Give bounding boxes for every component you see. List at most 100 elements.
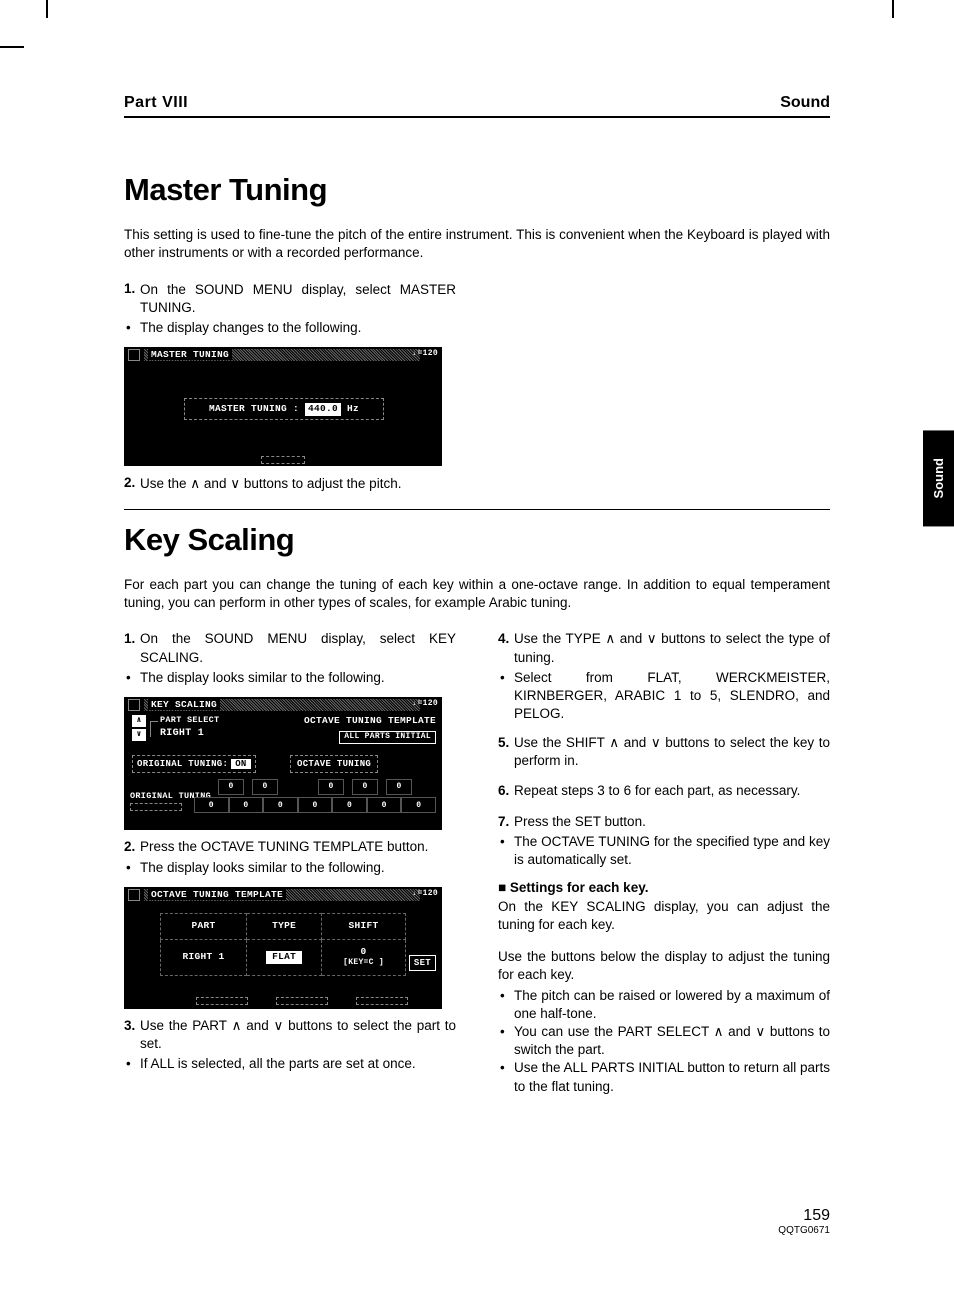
paragraph: On the KEY SCALING display, you can adju… — [498, 898, 830, 934]
lcd-master-tuning: MASTER TUNING ♩=120 MASTER TUNING : 440.… — [124, 347, 442, 466]
step-text: On the SOUND MENU display, select KEY SC… — [124, 630, 456, 666]
step-text: Press the SET button. — [498, 813, 830, 831]
t: and — [200, 476, 230, 491]
up-icon: ∧ — [605, 631, 615, 646]
lcd-soft-button — [196, 997, 248, 1005]
bullet: You can use the PART SELECT ∧ and ∨ butt… — [498, 1023, 830, 1059]
t: buttons to adjust the pitch. — [240, 476, 401, 491]
lcd-title-bar: OCTAVE TUNING TEMPLATE — [144, 889, 420, 901]
t: and — [241, 1018, 273, 1033]
bullet: The display looks similar to the followi… — [124, 859, 456, 877]
step-num: 2. — [124, 475, 135, 490]
bullet: If ALL is selected, all the parts are se… — [124, 1055, 456, 1073]
original-tuning-field: ORIGINAL TUNING:ON — [132, 755, 256, 773]
val-part: RIGHT 1 — [161, 939, 247, 976]
lcd-title-text: KEY SCALING — [148, 699, 220, 710]
step-num: 6. — [498, 783, 509, 798]
step-num: 1. — [124, 631, 135, 646]
white-key-val: 0 — [332, 797, 367, 813]
divider — [124, 509, 830, 510]
lcd-soft-button — [261, 456, 305, 464]
lcd-unit: Hz — [347, 403, 359, 416]
col-type: TYPE — [247, 913, 322, 939]
part-select-label: PART SELECT — [160, 715, 219, 726]
page-header: Part VIII Sound — [124, 94, 830, 118]
ott-table: PART TYPE SHIFT RIGHT 1 FLAT 0 [KEY=C ] — [160, 913, 406, 976]
shift-key: [KEY=C ] — [324, 958, 403, 969]
t: Use the — [140, 476, 190, 491]
bullet: The display changes to the following. — [124, 319, 456, 337]
t: Use the TYPE — [514, 631, 605, 646]
t: Use the SHIFT — [514, 735, 609, 750]
page-number: 159 — [778, 1207, 830, 1225]
left-column: 1. On the SOUND MENU display, select KEY… — [124, 630, 456, 1106]
step-text: Press the OCTAVE TUNING TEMPLATE button. — [124, 838, 456, 856]
lcd-tuning-field: MASTER TUNING : 440.0 Hz — [184, 398, 384, 420]
col-shift: SHIFT — [322, 913, 406, 939]
down-icon: ∨ — [230, 476, 240, 491]
white-key-val: 0 — [229, 797, 264, 813]
bullet: Select from FLAT, WERCKMEISTER, KIRNBERG… — [498, 669, 830, 724]
subheading: Settings for each key. — [498, 879, 830, 897]
bullet: Use the ALL PARTS INITIAL button to retu… — [498, 1059, 830, 1095]
t: You can use the PART SELECT — [514, 1024, 714, 1039]
step-text: Repeat steps 3 to 6 for each part, as ne… — [498, 782, 830, 800]
tuning-fork-icon — [128, 349, 140, 361]
down-icon: ∨ — [651, 735, 661, 750]
shift-val: 0 — [324, 946, 403, 959]
all-parts-initial-button: ALL PARTS INITIAL — [339, 731, 436, 744]
down-icon: ∨ — [274, 1018, 284, 1033]
step-text: Use the PART ∧ and ∨ buttons to select t… — [124, 1017, 456, 1053]
bullet: The OCTAVE TUNING for the specified type… — [498, 833, 830, 869]
step-text: On the SOUND MENU display, select MASTER… — [124, 281, 456, 317]
col-part: PART — [161, 913, 247, 939]
t: Use the PART — [140, 1018, 232, 1033]
lcd-soft-button — [130, 803, 182, 811]
lcd-tempo: ♩=120 — [412, 889, 438, 900]
white-key-val: 0 — [298, 797, 333, 813]
val-shift: 0 [KEY=C ] — [322, 939, 406, 976]
step-num: 1. — [124, 281, 135, 296]
step-num: 2. — [124, 839, 135, 854]
up-icon: ∧ — [190, 476, 200, 491]
lcd-soft-button — [356, 997, 408, 1005]
on-value: ON — [231, 759, 250, 769]
octave-keys: 0 0 0 0 0 0 0 0 0 — [194, 779, 436, 823]
header-part: Part VIII — [124, 94, 188, 112]
bullet: The display looks similar to the followi… — [124, 669, 456, 687]
octave-tuning-template-label: OCTAVE TUNING TEMPLATE — [304, 715, 436, 728]
title-key-scaling: Key Scaling — [124, 522, 830, 558]
step-text: Use the SHIFT ∧ and ∨ buttons to select … — [498, 734, 830, 770]
up-icon: ∧ — [232, 1018, 242, 1033]
step-text: Use the ∧ and ∨ buttons to adjust the pi… — [124, 475, 456, 493]
keyboard-icon — [128, 889, 140, 901]
lcd-value: 440.0 — [305, 403, 341, 416]
lcd-label: MASTER TUNING : — [209, 403, 299, 416]
t: and — [724, 1024, 756, 1039]
header-section: Sound — [780, 94, 830, 112]
side-tab: Sound — [923, 430, 954, 526]
white-key-val: 0 — [194, 797, 229, 813]
page-footer: 159 QQTG0671 — [778, 1207, 830, 1236]
down-icon: ∨ — [755, 1024, 765, 1039]
step-num: 4. — [498, 631, 509, 646]
down-icon: ∨ — [647, 631, 657, 646]
lcd-key-scaling: KEY SCALING ♩=120 ∧ ∨ PART SELECT RIGHT … — [124, 697, 442, 830]
lcd-tempo: ♩=120 — [412, 349, 438, 360]
intro-master-tuning: This setting is used to fine-tune the pi… — [124, 226, 830, 262]
lcd-title-bar: MASTER TUNING — [144, 349, 420, 361]
set-button: SET — [409, 955, 436, 971]
lcd-title-text: MASTER TUNING — [148, 349, 232, 360]
bullet: The pitch can be raised or lowered by a … — [498, 987, 830, 1023]
step-num: 3. — [124, 1018, 135, 1033]
lcd-title-bar: KEY SCALING — [144, 699, 420, 711]
label: ORIGINAL TUNING: — [137, 759, 228, 769]
step-num: 7. — [498, 814, 509, 829]
keyboard-icon — [128, 699, 140, 711]
lcd-soft-button — [276, 997, 328, 1005]
title-master-tuning: Master Tuning — [124, 172, 830, 208]
t: and — [615, 631, 647, 646]
t: and — [619, 735, 651, 750]
doc-code: QQTG0671 — [778, 1225, 830, 1236]
octave-tuning-field: OCTAVE TUNING — [290, 755, 378, 773]
